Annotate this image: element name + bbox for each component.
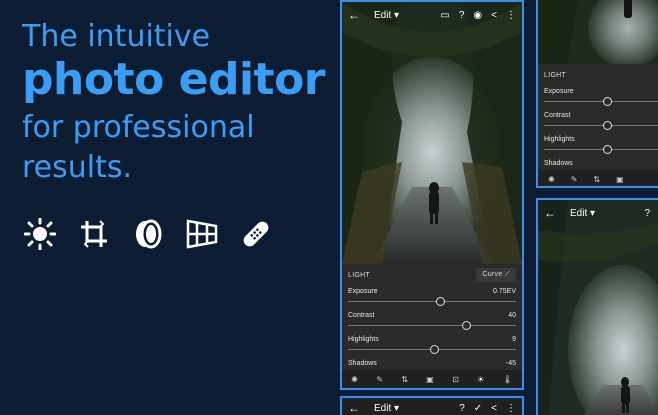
auto-tool-icon[interactable]: ⊡ <box>452 375 459 384</box>
slider-label: Shadows <box>544 160 573 167</box>
crop-icon <box>76 216 112 252</box>
help-icon[interactable]: ? <box>459 403 465 414</box>
slider-knob[interactable] <box>602 97 612 106</box>
more-icon[interactable]: ⋮ <box>506 403 516 414</box>
bottom-phone-screen: ← Edit ▾ ? ✓ < ⋮ <box>340 396 524 415</box>
lens-icon <box>130 216 166 252</box>
main-top-bar: ← Edit ▾ ▭ ? ◉ < ⋮ <box>342 2 522 28</box>
light-tool-icon[interactable]: ☀ <box>477 375 484 384</box>
slider-label: Highlights <box>348 336 379 343</box>
more-icon[interactable]: ⋮ <box>506 10 516 21</box>
brush-tool-icon[interactable]: ✎ <box>571 175 578 184</box>
bottom-top-bar: ← Edit ▾ ? ✓ < ⋮ <box>342 398 522 415</box>
feature-icons <box>22 216 292 252</box>
back-button[interactable]: ← <box>544 206 560 220</box>
crop-tool-icon[interactable]: ⇅ <box>593 175 600 184</box>
crop-tool-icon[interactable]: ⇅ <box>401 375 408 384</box>
grid-icon <box>184 216 220 252</box>
color-tool-icon[interactable]: 🌡 <box>503 375 513 384</box>
slider-value: -45 <box>505 360 516 367</box>
headline-line-3b: results. <box>22 150 133 185</box>
panel-title: LIGHT <box>544 71 567 79</box>
slider-value: 0.75EV <box>493 288 516 295</box>
slider-label: Highlights <box>544 136 575 143</box>
back-button[interactable]: ← <box>348 401 364 415</box>
bandage-icon <box>238 216 274 252</box>
slider-knob[interactable] <box>436 297 446 306</box>
back-button[interactable]: ← <box>348 8 364 22</box>
headline-line-1: The intuitive <box>22 19 211 54</box>
presets-icon[interactable]: ◉ <box>473 10 482 21</box>
panel-title: LIGHT <box>348 271 371 279</box>
forest-photo-thumb <box>538 0 658 64</box>
slider-label: Exposure <box>544 88 574 95</box>
right-bottom-top-bar: ← Edit ▾ ? <box>538 200 658 226</box>
edit-mode-dropdown[interactable]: Edit ▾ <box>374 10 399 21</box>
light-panel: LIGHT Curve ⟋ Exposure 0.75EV Contrast 4… <box>342 264 522 374</box>
exposure-slider[interactable]: Exposure <box>538 86 658 110</box>
edit-mode-dropdown[interactable]: Edit ▾ <box>570 208 595 219</box>
share-icon[interactable]: < <box>491 10 497 21</box>
main-tool-bar: ✺ ✎ ⇅ ▣ ⊡ ☀ 🌡 <box>342 370 522 388</box>
headline-line-3a: for professional <box>22 110 255 145</box>
slider-track[interactable] <box>544 149 658 150</box>
curve-button[interactable]: Curve ⟋ <box>476 268 516 282</box>
contrast-slider[interactable]: Contrast <box>538 110 658 134</box>
headline-line-2: photo editor <box>22 54 326 105</box>
presets-tool-icon[interactable]: ✺ <box>351 375 358 384</box>
promo-headline: The intuitive photo editor for professio… <box>22 20 332 188</box>
slider-label: Exposure <box>348 288 378 295</box>
presets-tool-icon[interactable]: ✺ <box>548 175 555 184</box>
help-icon[interactable]: ? <box>459 10 465 21</box>
edit-mode-dropdown[interactable]: Edit ▾ <box>374 403 399 414</box>
right-bottom-phone-screen: ← Edit ▾ ? <box>536 198 658 415</box>
brush-tool-icon[interactable]: ✎ <box>376 375 383 384</box>
slider-track[interactable] <box>544 125 658 126</box>
help-icon[interactable]: ? <box>644 208 650 219</box>
contrast-slider[interactable]: Contrast 40 <box>342 310 522 334</box>
profile-tool-icon[interactable]: ▣ <box>426 375 434 384</box>
slider-knob[interactable] <box>429 345 439 354</box>
slider-label: Shadows <box>348 360 377 367</box>
exposure-slider[interactable]: Exposure 0.75EV <box>342 286 522 310</box>
slider-track[interactable] <box>544 101 658 102</box>
slider-knob[interactable] <box>602 145 612 154</box>
slider-track[interactable] <box>348 325 516 326</box>
done-icon[interactable]: ✓ <box>474 403 482 414</box>
slider-track[interactable] <box>348 301 516 302</box>
slider-knob[interactable] <box>602 121 612 130</box>
forest-path-photo <box>342 2 522 264</box>
profile-tool-icon[interactable]: ▣ <box>616 175 624 184</box>
share-icon[interactable]: < <box>491 403 497 414</box>
slider-value: 40 <box>508 312 516 319</box>
forest-path-photo-crop <box>538 200 658 415</box>
slider-value: 9 <box>512 336 516 343</box>
highlights-slider[interactable]: Highlights <box>538 134 658 158</box>
right-top-phone-screen: LIGHT Exposure Contrast Highlights Shado… <box>536 0 658 188</box>
compare-icon[interactable]: ▭ <box>440 10 449 21</box>
slider-label: Contrast <box>348 312 375 319</box>
sun-icon <box>22 216 58 252</box>
main-phone-screen: ← Edit ▾ ▭ ? ◉ < ⋮ LIGHT Curve ⟋ Exposur… <box>340 0 524 390</box>
slider-knob[interactable] <box>461 321 471 330</box>
headline-line-3: for professional results. <box>22 108 332 188</box>
slider-label: Contrast <box>544 112 571 119</box>
right-tool-bar: ✺ ✎ ⇅ ▣ <box>538 170 658 186</box>
light-panel: LIGHT Exposure Contrast Highlights Shado… <box>538 64 658 172</box>
highlights-slider[interactable]: Highlights 9 <box>342 334 522 358</box>
